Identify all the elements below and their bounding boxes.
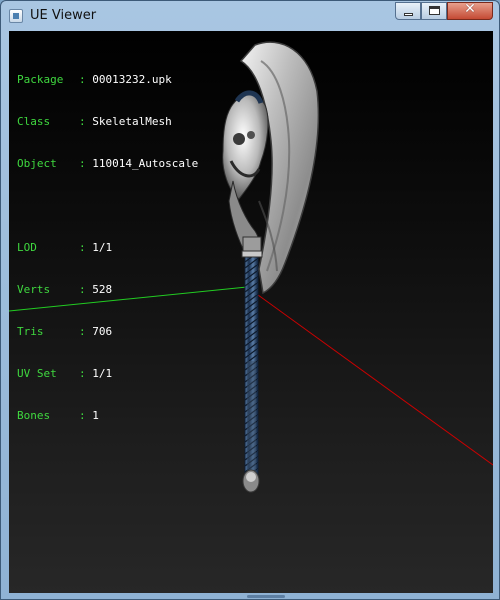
title-bar[interactable]: UE Viewer ✕ [1,1,499,31]
uvset-value: 1/1 [92,367,113,380]
app-icon[interactable] [9,9,23,23]
minimize-button[interactable] [395,2,421,20]
package-value: 00013232.upk [92,73,172,86]
object-value: 110014_Autoscale [92,157,199,170]
close-icon: ✕ [464,1,476,17]
info-row-verts: Verts: 528 [17,283,113,296]
minimize-icon [404,13,413,16]
mesh-info-overlay: Package: 00013232.upk Class: SkeletalMes… [17,45,198,451]
window-resize-grip[interactable] [247,595,285,598]
axe-blade [222,41,320,295]
info-row-bones: Bones: 1 [17,409,99,422]
axe-shaft [242,250,260,493]
close-button[interactable]: ✕ [447,1,493,20]
info-row-package: Package: 00013232.upk [17,73,172,86]
class-value: SkeletalMesh [92,115,172,128]
tris-value: 706 [92,325,113,338]
info-row-class: Class: SkeletalMesh [17,115,172,128]
info-row-tris: Tris: 706 [17,325,113,338]
bones-value: 1 [92,409,99,422]
lod-value: 1/1 [92,241,113,254]
info-row-object: Object: 110014_Autoscale [17,157,199,170]
axis-x-line [246,286,493,466]
info-row-lod: LOD: 1/1 [17,241,113,254]
window-title: UE Viewer [30,8,97,23]
verts-value: 528 [92,283,113,296]
maximize-icon [429,6,440,15]
info-row-uvset: UV Set: 1/1 [17,367,113,380]
maximize-button[interactable] [421,2,447,20]
app-window: UE Viewer ✕ Package: 00013232.upk Class… [0,0,500,600]
3d-viewport[interactable]: Package: 00013232.upk Class: SkeletalMes… [9,31,493,593]
